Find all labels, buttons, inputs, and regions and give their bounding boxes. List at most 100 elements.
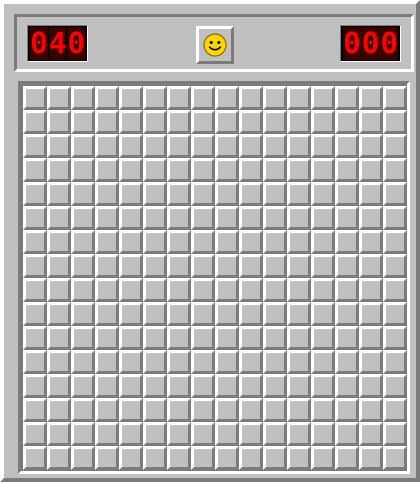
- mine-cell[interactable]: [95, 374, 119, 398]
- mine-cell[interactable]: [47, 326, 71, 350]
- mine-cell[interactable]: [95, 422, 119, 446]
- mine-cell[interactable]: [119, 158, 143, 182]
- mine-cell[interactable]: [359, 326, 383, 350]
- mine-cell[interactable]: [143, 110, 167, 134]
- mine-cell[interactable]: [167, 326, 191, 350]
- mine-cell[interactable]: [143, 254, 167, 278]
- mine-cell[interactable]: [239, 206, 263, 230]
- mine-cell[interactable]: [215, 398, 239, 422]
- mine-cell[interactable]: [167, 230, 191, 254]
- mine-cell[interactable]: [359, 158, 383, 182]
- mine-cell[interactable]: [239, 134, 263, 158]
- mine-cell[interactable]: [119, 134, 143, 158]
- mine-cell[interactable]: [359, 86, 383, 110]
- mine-cell[interactable]: [191, 374, 215, 398]
- mine-cell[interactable]: [191, 158, 215, 182]
- mine-cell[interactable]: [335, 422, 359, 446]
- mine-cell[interactable]: [167, 86, 191, 110]
- mine-cell[interactable]: [47, 398, 71, 422]
- mine-cell[interactable]: [167, 302, 191, 326]
- mine-cell[interactable]: [239, 422, 263, 446]
- mine-cell[interactable]: [71, 86, 95, 110]
- mine-cell[interactable]: [263, 182, 287, 206]
- mine-cell[interactable]: [287, 350, 311, 374]
- mine-cell[interactable]: [23, 158, 47, 182]
- mine-cell[interactable]: [239, 302, 263, 326]
- mine-cell[interactable]: [335, 182, 359, 206]
- mine-cell[interactable]: [71, 134, 95, 158]
- mine-cell[interactable]: [95, 302, 119, 326]
- mine-cell[interactable]: [239, 230, 263, 254]
- mine-cell[interactable]: [287, 398, 311, 422]
- reset-face-button[interactable]: [196, 26, 234, 64]
- mine-cell[interactable]: [23, 326, 47, 350]
- mine-cell[interactable]: [119, 86, 143, 110]
- mine-cell[interactable]: [263, 158, 287, 182]
- mine-cell[interactable]: [287, 230, 311, 254]
- mine-cell[interactable]: [383, 230, 407, 254]
- mine-cell[interactable]: [191, 446, 215, 470]
- mine-cell[interactable]: [167, 158, 191, 182]
- mine-cell[interactable]: [215, 182, 239, 206]
- mine-cell[interactable]: [215, 350, 239, 374]
- mine-cell[interactable]: [383, 302, 407, 326]
- mine-cell[interactable]: [287, 422, 311, 446]
- mine-cell[interactable]: [71, 230, 95, 254]
- mine-cell[interactable]: [95, 230, 119, 254]
- mine-cell[interactable]: [191, 278, 215, 302]
- mine-cell[interactable]: [239, 278, 263, 302]
- mine-cell[interactable]: [47, 110, 71, 134]
- mine-cell[interactable]: [263, 374, 287, 398]
- mine-cell[interactable]: [215, 422, 239, 446]
- mine-cell[interactable]: [71, 278, 95, 302]
- mine-cell[interactable]: [191, 110, 215, 134]
- mine-cell[interactable]: [359, 374, 383, 398]
- mine-cell[interactable]: [119, 278, 143, 302]
- mine-cell[interactable]: [239, 446, 263, 470]
- mine-cell[interactable]: [47, 446, 71, 470]
- mine-cell[interactable]: [335, 206, 359, 230]
- mine-cell[interactable]: [263, 422, 287, 446]
- mine-cell[interactable]: [191, 350, 215, 374]
- mine-cell[interactable]: [311, 254, 335, 278]
- mine-cell[interactable]: [71, 206, 95, 230]
- mine-cell[interactable]: [239, 326, 263, 350]
- mine-cell[interactable]: [71, 302, 95, 326]
- mine-cell[interactable]: [191, 398, 215, 422]
- mine-cell[interactable]: [215, 326, 239, 350]
- mine-cell[interactable]: [95, 86, 119, 110]
- mine-cell[interactable]: [335, 278, 359, 302]
- mine-cell[interactable]: [239, 398, 263, 422]
- mine-cell[interactable]: [23, 302, 47, 326]
- mine-cell[interactable]: [143, 302, 167, 326]
- mine-cell[interactable]: [335, 86, 359, 110]
- mine-cell[interactable]: [287, 206, 311, 230]
- mine-cell[interactable]: [143, 158, 167, 182]
- mine-cell[interactable]: [119, 110, 143, 134]
- mine-cell[interactable]: [287, 110, 311, 134]
- mine-cell[interactable]: [335, 134, 359, 158]
- mine-cell[interactable]: [95, 110, 119, 134]
- mine-cell[interactable]: [359, 398, 383, 422]
- mine-cell[interactable]: [95, 158, 119, 182]
- mine-cell[interactable]: [167, 422, 191, 446]
- mine-cell[interactable]: [119, 446, 143, 470]
- mine-cell[interactable]: [215, 302, 239, 326]
- mine-cell[interactable]: [23, 182, 47, 206]
- mine-cell[interactable]: [71, 326, 95, 350]
- mine-cell[interactable]: [359, 278, 383, 302]
- mine-cell[interactable]: [95, 446, 119, 470]
- mine-cell[interactable]: [311, 206, 335, 230]
- mine-cell[interactable]: [47, 182, 71, 206]
- mine-cell[interactable]: [263, 398, 287, 422]
- mine-cell[interactable]: [119, 422, 143, 446]
- mine-cell[interactable]: [311, 110, 335, 134]
- mine-cell[interactable]: [239, 182, 263, 206]
- mine-cell[interactable]: [263, 254, 287, 278]
- mine-cell[interactable]: [47, 86, 71, 110]
- mine-cell[interactable]: [335, 158, 359, 182]
- mine-cell[interactable]: [167, 398, 191, 422]
- mine-cell[interactable]: [263, 302, 287, 326]
- mine-cell[interactable]: [311, 278, 335, 302]
- mine-cell[interactable]: [143, 350, 167, 374]
